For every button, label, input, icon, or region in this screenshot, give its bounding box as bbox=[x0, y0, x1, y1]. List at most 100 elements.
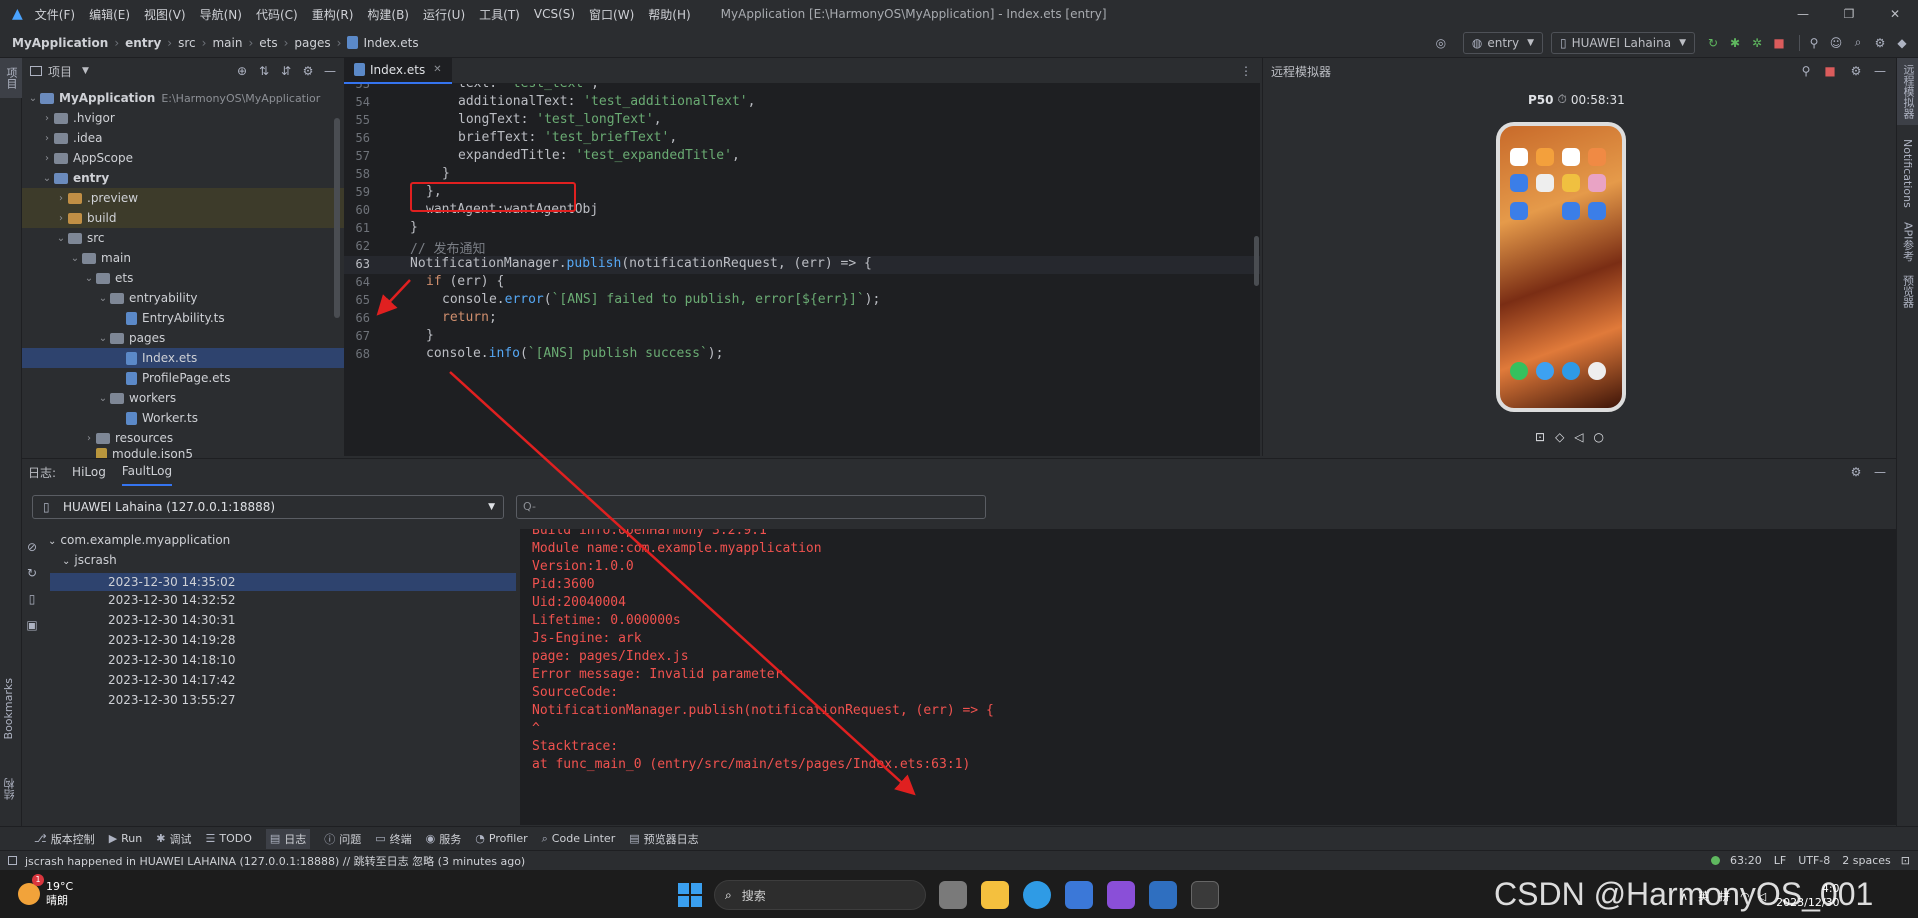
code-area[interactable]: 53 text: 'test_text', 54 additionalText:… bbox=[344, 84, 1260, 456]
phone-app-icon[interactable] bbox=[1510, 362, 1528, 380]
expand-all-icon[interactable]: ⇅ bbox=[256, 63, 272, 79]
crash-entry[interactable]: 2023-12-30 14:19:28 bbox=[108, 633, 235, 647]
file-explorer-icon[interactable] bbox=[981, 881, 1009, 909]
tool-debug[interactable]: ✱ 调试 bbox=[156, 831, 191, 847]
crash-entry[interactable]: 2023-12-30 14:35:02 bbox=[50, 573, 516, 591]
taskbar-search[interactable]: ⌕ 搜索 bbox=[714, 880, 926, 910]
tree-item-entryability-ts[interactable]: EntryAbility.ts bbox=[22, 308, 344, 328]
menu-code[interactable]: 代码(C) bbox=[256, 6, 298, 23]
app-icon[interactable] bbox=[1562, 202, 1580, 220]
menu-run[interactable]: 运行(U) bbox=[423, 6, 465, 23]
store-icon[interactable] bbox=[1065, 881, 1093, 909]
tool-code-linter[interactable]: ⌕ Code Linter bbox=[542, 832, 616, 846]
crash-entry[interactable]: 2023-12-30 14:18:10 bbox=[108, 653, 235, 667]
user-icon[interactable]: ☺ bbox=[1828, 35, 1844, 51]
notifications-tool-button[interactable]: Notifications bbox=[1897, 139, 1918, 208]
tree-item-preview[interactable]: › .preview bbox=[22, 188, 344, 208]
tab-hilog[interactable]: HiLog bbox=[72, 459, 106, 485]
tool-vcs[interactable]: ⎇ 版本控制 bbox=[34, 831, 95, 847]
status-message[interactable]: jscrash happened in HUAWEI LAHAINA (127.… bbox=[25, 853, 525, 869]
collapse-all-icon[interactable]: ⇵ bbox=[278, 63, 294, 79]
tool-problems[interactable]: ⓘ 问题 bbox=[324, 831, 361, 847]
breadcrumb-project[interactable]: MyApplication bbox=[12, 36, 108, 50]
tool-run[interactable]: ▶ Run bbox=[109, 832, 143, 845]
crash-entry[interactable]: 2023-12-30 14:17:42 bbox=[108, 673, 235, 687]
tree-item-worker-ts[interactable]: Worker.ts bbox=[22, 408, 344, 428]
minimize-icon[interactable]: — bbox=[1780, 7, 1826, 21]
tree-item-profilepage-ets[interactable]: ProfilePage.ets bbox=[22, 368, 344, 388]
log-device-select[interactable]: ▯ HUAWEI Lahaina (127.0.0.1:18888) ▼ bbox=[32, 495, 504, 519]
menu-refactor[interactable]: 重构(R) bbox=[312, 6, 354, 23]
tool-services[interactable]: ◉ 服务 bbox=[426, 831, 462, 847]
file-encoding[interactable]: UTF-8 bbox=[1798, 854, 1830, 867]
tree-item-pages[interactable]: ⌄ pages bbox=[22, 328, 344, 348]
messages-app-icon[interactable] bbox=[1536, 362, 1554, 380]
home-icon[interactable]: ○ bbox=[1594, 430, 1604, 444]
camera-app-icon[interactable] bbox=[1588, 362, 1606, 380]
profile-icon[interactable]: ⚲ bbox=[1806, 35, 1822, 51]
project-scrollbar[interactable] bbox=[334, 118, 340, 318]
stop-icon[interactable]: ■ bbox=[1771, 35, 1787, 51]
search-everywhere-icon[interactable]: ⌕ bbox=[1850, 35, 1866, 51]
attach-debugger-icon[interactable]: ✲ bbox=[1749, 35, 1765, 51]
gear-icon[interactable]: ⚙ bbox=[300, 63, 316, 79]
menu-vcs[interactable]: VCS(S) bbox=[534, 7, 575, 21]
breadcrumb-file[interactable]: Index.ets bbox=[363, 36, 418, 50]
pin-icon[interactable]: ⚲ bbox=[1798, 63, 1814, 79]
crash-entry[interactable]: 2023-12-30 13:55:27 bbox=[108, 693, 235, 707]
tree-item-ets[interactable]: ⌄ ets bbox=[22, 268, 344, 288]
menu-build[interactable]: 构建(B) bbox=[367, 6, 409, 23]
api-tool-button[interactable]: API参考 bbox=[1897, 222, 1918, 261]
app-icon[interactable] bbox=[1536, 174, 1554, 192]
breadcrumb-entry[interactable]: entry bbox=[125, 36, 161, 50]
tool-todo[interactable]: ☰ TODO bbox=[205, 832, 251, 845]
indent-setting[interactable]: 2 spaces bbox=[1842, 854, 1891, 867]
menu-file[interactable]: 文件(F) bbox=[35, 6, 75, 23]
menu-window[interactable]: 窗口(W) bbox=[589, 6, 634, 23]
app-icon[interactable] bbox=[1562, 174, 1580, 192]
device-select[interactable]: ▯ HUAWEI Lahaina ▼ bbox=[1551, 31, 1695, 54]
app-icon[interactable] bbox=[1588, 202, 1606, 220]
fault-log-content[interactable]: Build info:OpenHarmony 3.2.9.1 Module na… bbox=[520, 529, 1896, 825]
stop-simulator-icon[interactable]: ■ bbox=[1822, 63, 1838, 79]
crash-entry[interactable]: 2023-12-30 14:32:52 bbox=[108, 593, 235, 607]
tree-package[interactable]: ⌄ com.example.myapplication bbox=[48, 533, 230, 547]
project-tool-button[interactable]: 项目 bbox=[0, 58, 22, 98]
remote-sim-tool-button[interactable]: 远程模拟器 bbox=[1897, 58, 1918, 125]
lock-icon[interactable]: ⊡ bbox=[1901, 854, 1910, 867]
editor-tab-index[interactable]: Index.ets ✕ bbox=[344, 57, 452, 84]
line-separator[interactable]: LF bbox=[1774, 854, 1786, 867]
menu-navigate[interactable]: 导航(N) bbox=[200, 6, 242, 23]
edge-browser-icon[interactable] bbox=[1023, 881, 1051, 909]
browser-app-icon[interactable] bbox=[1562, 362, 1580, 380]
breadcrumb-pages[interactable]: pages bbox=[294, 36, 330, 50]
tree-jscrash[interactable]: ⌄ jscrash bbox=[62, 553, 117, 567]
logo-icon[interactable]: ◆ bbox=[1894, 35, 1910, 51]
app-icon[interactable] bbox=[1588, 174, 1606, 192]
visual-studio-icon[interactable] bbox=[1107, 881, 1135, 909]
breadcrumb-main[interactable]: main bbox=[212, 36, 242, 50]
more-tabs-icon[interactable]: ⋮ bbox=[1240, 64, 1252, 78]
tree-root[interactable]: ⌄ MyApplication E:\HarmonyOS\MyApplicati… bbox=[22, 88, 344, 108]
breadcrumb-src[interactable]: src bbox=[178, 36, 196, 50]
cursor-position[interactable]: 63:20 bbox=[1730, 854, 1762, 867]
tool-terminal[interactable]: ▭ 终端 bbox=[375, 831, 411, 847]
hide-icon[interactable]: — bbox=[322, 63, 338, 79]
windows-start-icon[interactable] bbox=[678, 883, 702, 907]
breadcrumb-ets[interactable]: ets bbox=[259, 36, 277, 50]
tree-item-workers[interactable]: ⌄ workers bbox=[22, 388, 344, 408]
menu-edit[interactable]: 编辑(E) bbox=[89, 6, 130, 23]
tree-item-idea[interactable]: › .idea bbox=[22, 128, 344, 148]
screenshot-icon[interactable]: ⊡ bbox=[1535, 430, 1545, 444]
deveco-studio-icon[interactable] bbox=[1149, 881, 1177, 909]
phone-screen[interactable] bbox=[1496, 122, 1626, 412]
app-icon[interactable] bbox=[1536, 148, 1554, 166]
gear-icon[interactable]: ⚙ bbox=[1848, 63, 1864, 79]
locate-icon[interactable]: ⊕ bbox=[234, 63, 250, 79]
terminal-icon[interactable] bbox=[1191, 881, 1219, 909]
tool-previewer-log[interactable]: ▤ 预览器日志 bbox=[629, 831, 698, 847]
close-tab-icon[interactable]: ✕ bbox=[433, 64, 441, 75]
tree-item-appscope[interactable]: › AppScope bbox=[22, 148, 344, 168]
hide-icon[interactable]: — bbox=[1872, 63, 1888, 79]
tree-item-entry[interactable]: ⌄ entry bbox=[22, 168, 344, 188]
